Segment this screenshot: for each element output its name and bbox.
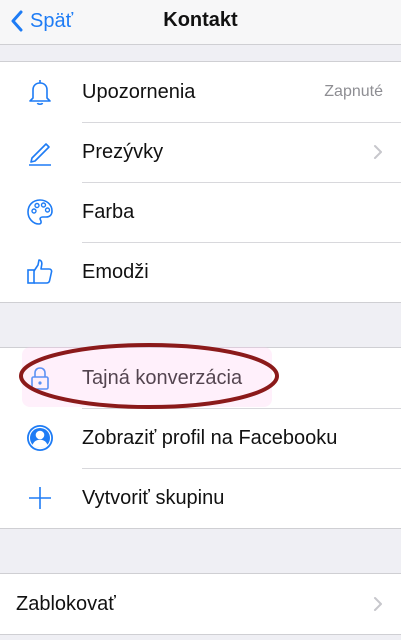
create-group-label: Vytvoriť skupinu	[82, 486, 225, 509]
notifications-row[interactable]: Upozornenia Zapnuté	[0, 62, 401, 122]
color-label: Farba	[82, 200, 135, 223]
view-profile-row[interactable]: Zobraziť profil na Facebooku	[0, 408, 401, 468]
page-title: Kontakt	[163, 9, 238, 31]
notifications-label: Upozornenia	[82, 80, 196, 103]
view-profile-label: Zobraziť profil na Facebooku	[82, 426, 338, 449]
pencil-icon	[24, 136, 56, 168]
block-row[interactable]: Zablokovať	[0, 574, 401, 634]
notifications-value: Zapnuté	[324, 83, 383, 100]
chevron-right-icon	[374, 145, 382, 159]
color-row[interactable]: Farba	[0, 182, 401, 242]
plus-icon	[24, 482, 56, 514]
settings-group-1: Upozornenia Zapnuté Prezývky Farba Emodž…	[0, 61, 401, 303]
thumbs-up-icon	[24, 256, 56, 288]
settings-group-3: Zablokovať	[0, 573, 401, 635]
chevron-right-icon	[374, 597, 382, 611]
lock-icon	[24, 362, 56, 394]
nicknames-label: Prezývky	[82, 140, 164, 163]
nicknames-row[interactable]: Prezývky	[0, 122, 401, 182]
secret-conversation-row[interactable]: Tajná konverzácia	[0, 348, 401, 408]
profile-icon	[24, 422, 56, 454]
emoji-row[interactable]: Emodži	[0, 242, 401, 302]
secret-conversation-label: Tajná konverzácia	[82, 366, 243, 389]
block-label: Zablokovať	[16, 592, 116, 615]
bell-icon	[24, 76, 56, 108]
settings-group-2: Tajná konverzácia Zobraziť profil na Fac…	[0, 347, 401, 529]
navigation-bar: Späť Kontakt	[0, 0, 401, 45]
create-group-row[interactable]: Vytvoriť skupinu	[0, 468, 401, 528]
emoji-label: Emodži	[82, 260, 149, 283]
palette-icon	[24, 196, 56, 228]
